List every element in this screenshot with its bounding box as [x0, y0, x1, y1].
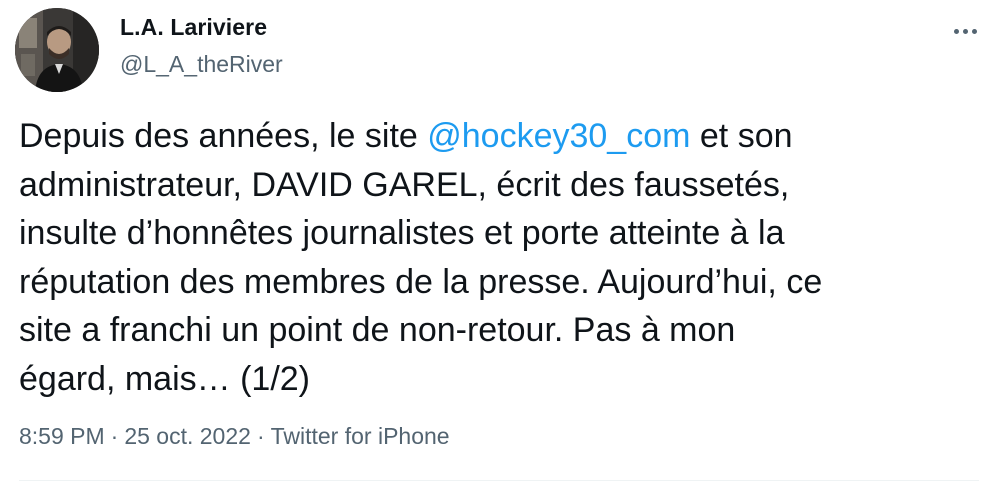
more-options-icon: [971, 28, 977, 34]
author-handle[interactable]: @L_A_theRiver: [120, 51, 283, 78]
author-display-name[interactable]: L.A. Lariviere: [120, 14, 267, 41]
avatar-photo-icon: [15, 8, 99, 92]
tweet-text-line: site a franchi un point de non-retour. P…: [19, 311, 736, 349]
tweet-text: Depuis des années, le site @hockey30_com…: [19, 112, 979, 403]
mention-link[interactable]: @hockey30_com: [427, 117, 690, 155]
tweet-metadata: 8:59 PM · 25 oct. 2022 · Twitter for iPhone: [19, 423, 450, 450]
tweet-card: L.A. Lariviere @L_A_theRiver Depuis des …: [0, 0, 1006, 494]
divider: [19, 480, 979, 481]
more-options-icon: [962, 28, 968, 34]
tweet-text-segment: Depuis des années, le site: [19, 117, 428, 155]
more-options-button[interactable]: [948, 18, 982, 44]
tweet-text-line: réputation des membres de la presse. Auj…: [19, 262, 823, 301]
tweet-date[interactable]: 25 oct. 2022: [124, 423, 251, 449]
tweet-text-line: insulte d’honnêtes journalistes et porte…: [19, 214, 785, 252]
author-avatar[interactable]: [15, 8, 99, 92]
tweet-source[interactable]: Twitter for iPhone: [271, 423, 450, 449]
tweet-text-line: Depuis des années, le site @hockey30_com…: [19, 112, 979, 161]
meta-separator: ·: [110, 423, 119, 449]
more-options-icon: [953, 28, 959, 34]
tweet-text-line: égard, mais… (1/2): [19, 359, 310, 398]
tweet-time[interactable]: 8:59 PM: [19, 423, 105, 449]
meta-separator: ·: [256, 423, 265, 449]
tweet-text-line: administrateur, DAVID GAREL, écrit des f…: [19, 165, 790, 204]
tweet-text-segment: et son: [690, 117, 793, 155]
